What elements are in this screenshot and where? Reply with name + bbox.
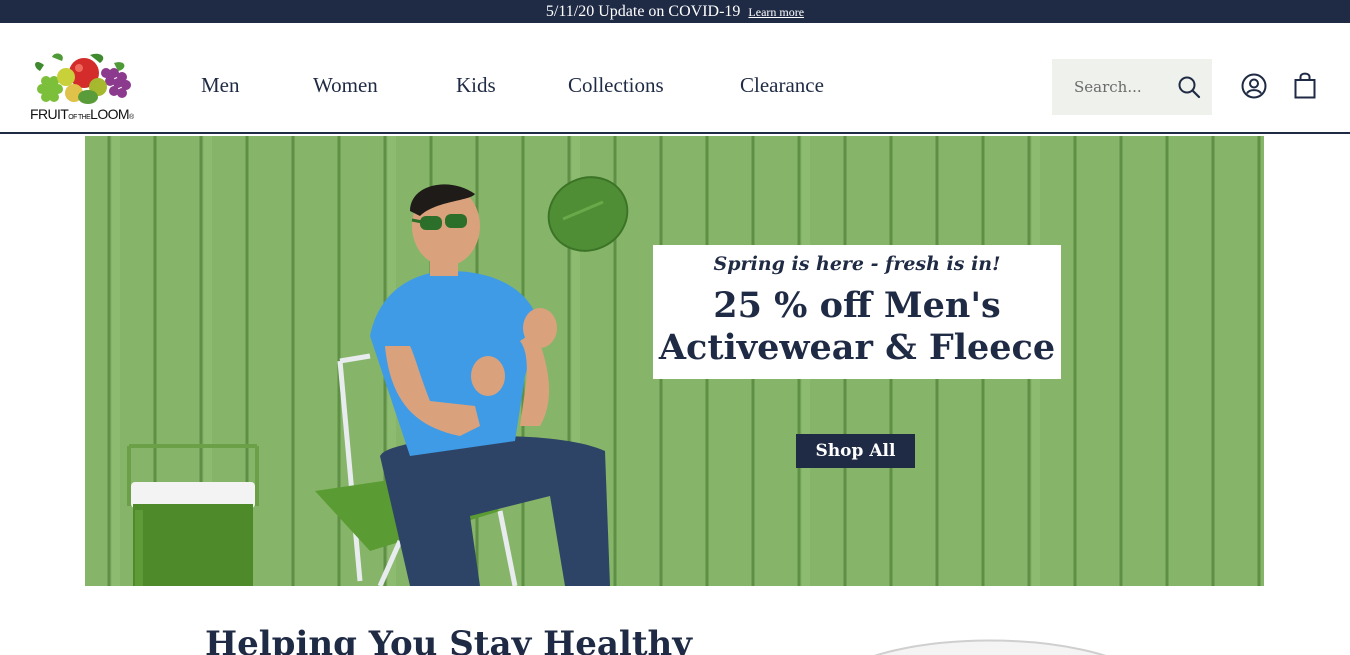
face-mask-image xyxy=(874,639,1106,655)
promo-eyebrow: Spring is here - fresh is in! xyxy=(713,253,1001,275)
fruit-logo-icon xyxy=(35,53,131,104)
nav-item-men[interactable]: Men xyxy=(201,73,240,98)
shop-all-button[interactable]: Shop All xyxy=(796,434,915,468)
learn-more-link[interactable]: Learn more xyxy=(748,5,804,19)
search-icon[interactable] xyxy=(1176,74,1202,100)
announcement-bar: 5/11/20 Update on COVID-19 Learn more xyxy=(0,0,1350,23)
search-box xyxy=(1052,59,1212,115)
search-input[interactable] xyxy=(1052,59,1172,115)
promo-headline-line2: Activewear & Fleece xyxy=(658,327,1056,368)
promo-headline-line1: 25 % off Men's xyxy=(713,285,1001,326)
shopping-bag-icon[interactable] xyxy=(1294,71,1316,99)
nav-item-clearance[interactable]: Clearance xyxy=(740,73,824,98)
cooler-image xyxy=(127,444,259,586)
football-image xyxy=(547,176,629,252)
nav-item-women[interactable]: Women xyxy=(313,73,378,98)
hero-banner[interactable]: Spring is here - fresh is in! 25 % off M… xyxy=(85,136,1264,586)
account-icon[interactable] xyxy=(1241,73,1267,99)
brand-logo[interactable]: FRUITOF THELOOM® xyxy=(30,51,138,127)
announcement-text: 5/11/20 Update on COVID-19 xyxy=(545,3,741,20)
site-header: FRUITOF THELOOM® Men Women Kids Collecti… xyxy=(0,23,1350,134)
nav-item-kids[interactable]: Kids xyxy=(456,73,496,98)
promo-headline: 25 % off Men's Activewear & Fleece xyxy=(653,285,1061,369)
logo-wordmark: FRUITOF THELOOM® xyxy=(30,106,134,122)
promo-box: Spring is here - fresh is in! 25 % off M… xyxy=(653,245,1061,379)
nav-item-collections[interactable]: Collections xyxy=(568,73,664,98)
section-title: Helping You Stay Healthy xyxy=(205,624,693,655)
